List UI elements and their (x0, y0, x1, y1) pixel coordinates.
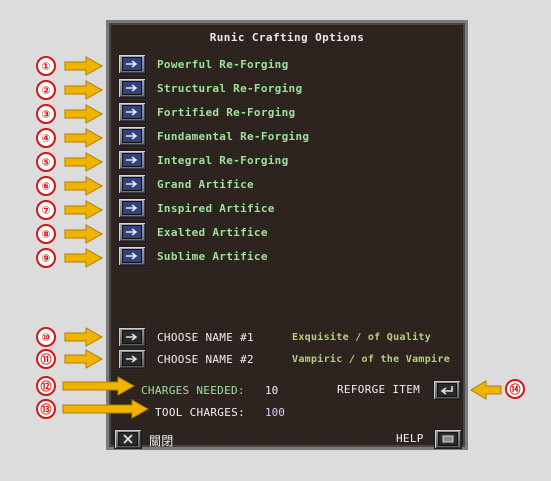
arrow-right-icon (126, 156, 138, 164)
option-button-7[interactable] (118, 198, 146, 218)
marker-4: ④ (36, 128, 56, 148)
pointer-arrow-icon (64, 152, 104, 172)
pointer-arrow-icon (62, 376, 136, 396)
marker-6: ⑥ (36, 176, 56, 196)
marker-1: ① (36, 56, 56, 76)
charges-needed-value: 10 (265, 384, 279, 397)
arrow-right-icon (126, 228, 138, 236)
pointer-arrow-icon (62, 399, 150, 419)
option-button-1[interactable] (118, 54, 146, 74)
option-label-sublime: Sublime Artifice (157, 250, 268, 263)
help-label: HELP (396, 432, 424, 445)
close-x-icon (123, 434, 133, 444)
marker-14: ⑭ (505, 379, 525, 399)
option-label-grand: Grand Artifice (157, 178, 254, 191)
pointer-arrow-icon (64, 128, 104, 148)
option-button-3[interactable] (118, 102, 146, 122)
pointer-arrow-icon (64, 104, 104, 124)
option-button-8[interactable] (118, 222, 146, 242)
close-button[interactable] (114, 429, 142, 449)
pointer-arrow-icon (64, 176, 104, 196)
pointer-arrow-icon (64, 56, 104, 76)
option-button-2[interactable] (118, 78, 146, 98)
marker-9: ⑨ (36, 248, 56, 268)
reforge-item-label: REFORGE ITEM (337, 383, 421, 396)
pointer-arrow-left-icon (470, 380, 502, 400)
option-button-5[interactable] (118, 150, 146, 170)
pointer-arrow-icon (64, 80, 104, 100)
marker-8: ⑧ (36, 224, 56, 244)
option-label-powerful: Powerful Re-Forging (157, 58, 289, 71)
gump-title: Runic Crafting Options (209, 31, 365, 44)
pointer-arrow-icon (64, 200, 104, 220)
pointer-arrow-icon (64, 349, 104, 369)
arrow-right-icon (126, 108, 138, 116)
option-button-9[interactable] (118, 246, 146, 266)
charges-needed-label: CHARGES NEEDED: (141, 384, 245, 397)
arrow-right-icon (126, 180, 138, 188)
marker-10: ⑩ (36, 327, 56, 347)
arrow-right-icon (126, 132, 138, 140)
option-label-exalted: Exalted Artifice (157, 226, 268, 239)
close-label: 關閉 (149, 434, 174, 448)
marker-5: ⑤ (36, 152, 56, 172)
tool-charges-value: 100 (265, 406, 285, 419)
runic-crafting-gump: Runic Crafting Options Powerful Re-Forgi… (106, 20, 468, 450)
pointer-arrow-icon (64, 327, 104, 347)
marker-12: ⑫ (36, 376, 56, 396)
marker-3: ③ (36, 104, 56, 124)
marker-13: ⑬ (36, 399, 56, 419)
option-label-inspired: Inspired Artifice (157, 202, 275, 215)
pointer-arrow-icon (64, 224, 104, 244)
choose-name-2-label: CHOOSE NAME #2 (157, 353, 254, 366)
arrow-right-icon (126, 252, 138, 260)
arrow-right-icon (126, 204, 138, 212)
choose-name-2-button[interactable] (118, 349, 146, 369)
marker-2: ② (36, 80, 56, 100)
option-label-integral: Integral Re-Forging (157, 154, 289, 167)
choose-name-2-suffix: Vampiric / of the Vampire (292, 354, 451, 365)
marker-11: ⑪ (36, 349, 56, 369)
reforge-item-button[interactable] (433, 380, 461, 400)
marker-7: ⑦ (36, 200, 56, 220)
choose-name-1-suffix: Exquisite / of Quality (292, 332, 432, 343)
choose-name-1-button[interactable] (118, 327, 146, 347)
arrow-right-icon (126, 60, 138, 68)
pointer-arrow-icon (64, 248, 104, 268)
choose-name-1-label: CHOOSE NAME #1 (157, 331, 254, 344)
option-button-6[interactable] (118, 174, 146, 194)
help-square-icon (442, 435, 454, 443)
arrow-right-icon (126, 84, 138, 92)
option-label-structural: Structural Re-Forging (157, 82, 303, 95)
arrow-right-icon (126, 355, 138, 363)
arrow-right-icon (126, 333, 138, 341)
return-arrow-icon (440, 386, 453, 395)
tool-charges-label: TOOL CHARGES: (155, 406, 245, 419)
option-label-fortified: Fortified Re-Forging (157, 106, 296, 119)
option-label-fundamental: Fundamental Re-Forging (157, 130, 310, 143)
option-button-4[interactable] (118, 126, 146, 146)
help-button[interactable] (434, 429, 462, 449)
